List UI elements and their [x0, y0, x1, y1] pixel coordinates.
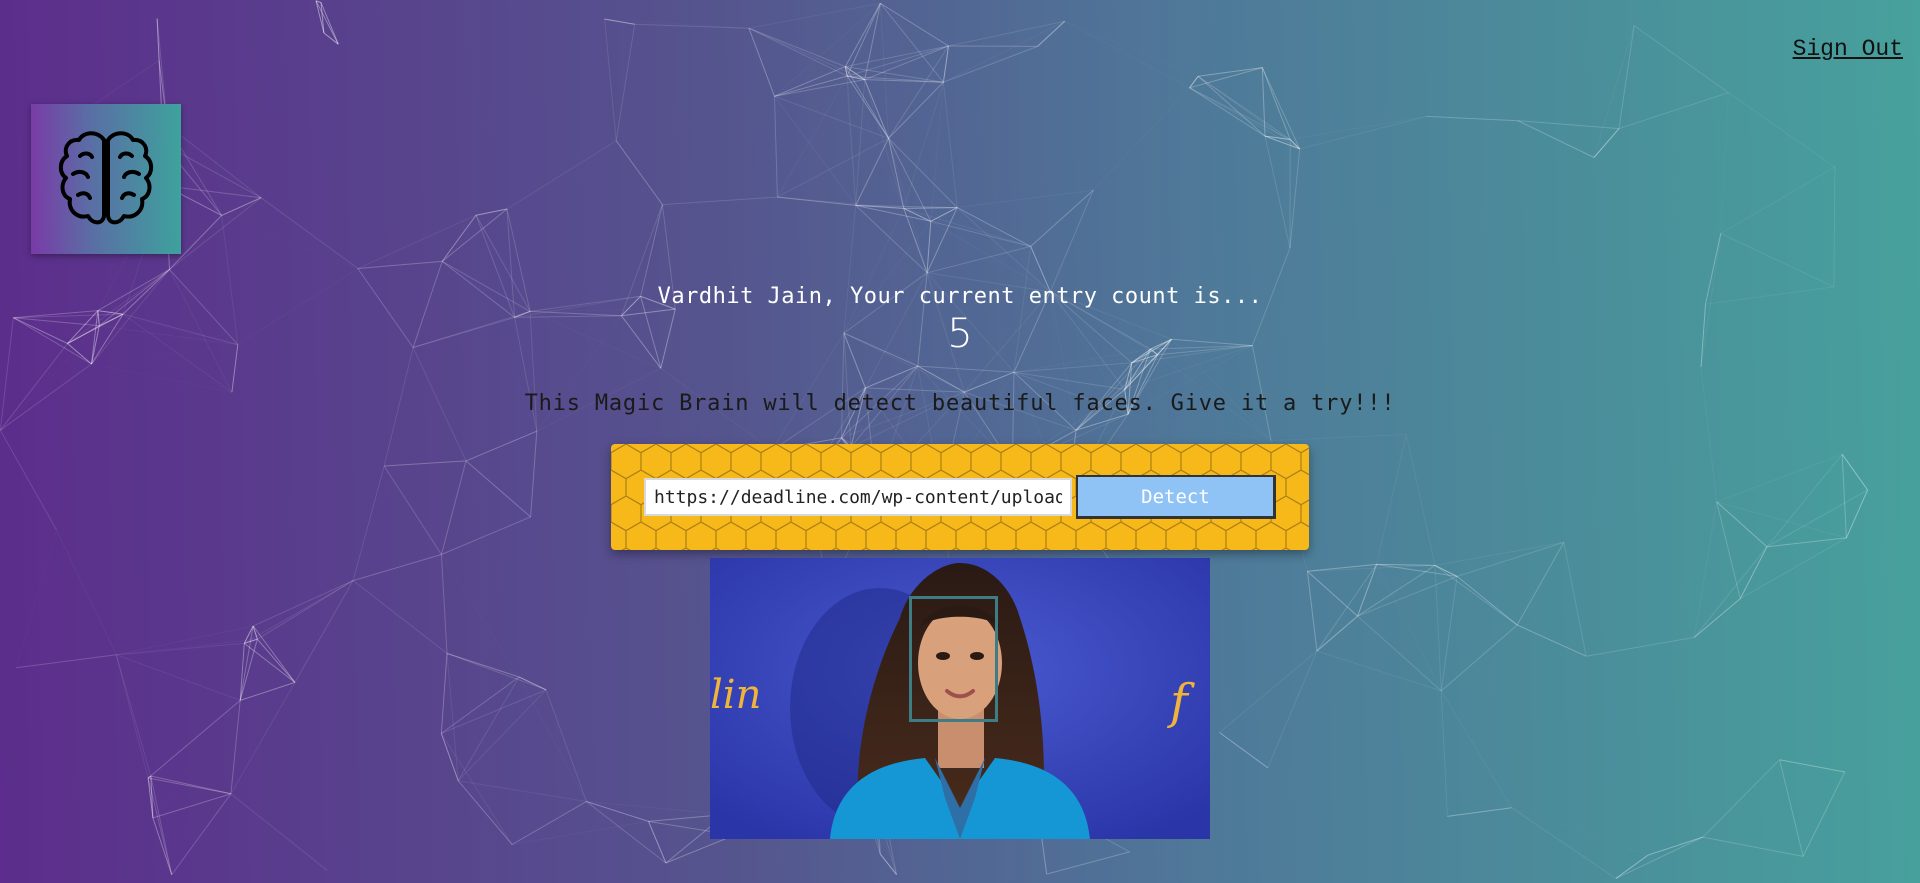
tagline: This Magic Brain will detect beautiful f… — [524, 391, 1396, 416]
image-url-form: Detect — [611, 444, 1309, 550]
logo — [31, 104, 181, 254]
sign-out-link[interactable]: Sign Out — [1793, 36, 1903, 62]
detect-button[interactable]: Detect — [1076, 475, 1276, 519]
image-url-input[interactable] — [644, 478, 1072, 516]
svg-text:lin: lin — [710, 672, 761, 718]
face-bounding-box — [909, 596, 998, 722]
entry-count-value: 5 — [947, 311, 973, 357]
result-image-container: lin f — [710, 558, 1210, 839]
entry-count-greeting: Vardhit Jain, Your current entry count i… — [657, 284, 1263, 309]
brain-icon — [58, 131, 154, 225]
